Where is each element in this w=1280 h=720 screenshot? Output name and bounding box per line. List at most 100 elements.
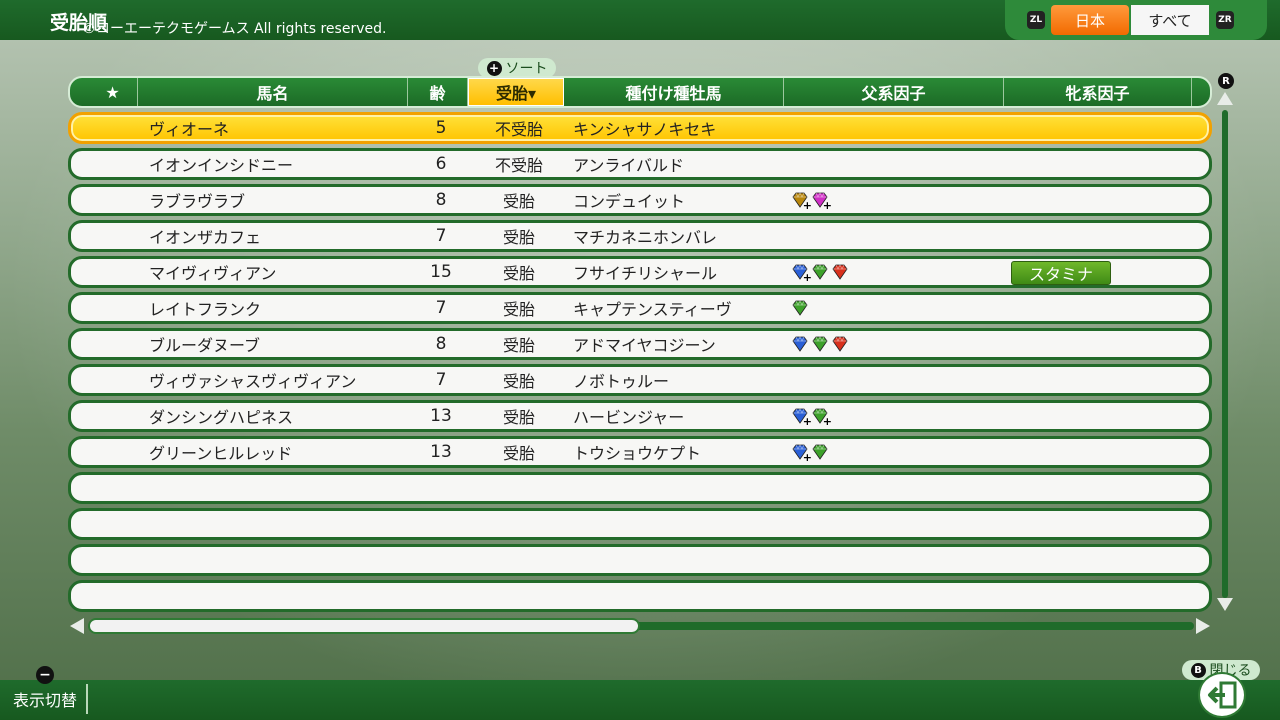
horizontal-scrollbar-thumb[interactable] [88,618,640,634]
sire-name: キャプテンスティーヴ [573,300,732,319]
zr-button-icon[interactable]: ZR [1216,11,1234,29]
pregnancy-status: 受胎 [502,228,535,247]
column-header-sire[interactable]: 種付け種牡馬 [564,78,784,106]
table-header: ★ 馬名 齢 受胎▾ 種付け種牡馬 父系因子 牝系因子 [68,76,1212,108]
horse-name: ラブラヴラブ [149,192,246,211]
tab-japan[interactable]: 日本 [1051,5,1129,35]
exit-door-icon [1208,681,1237,709]
horse-age: 13 [430,442,452,462]
sire-factors [791,295,809,321]
pregnancy-status: 受胎 [502,444,535,463]
pregnancy-status: 受胎 [502,264,535,283]
horse-name: イオンインシドニー [149,156,294,175]
factor-gem-blue-icon: + [791,407,812,427]
horse-name: ブルーダヌーブ [149,336,261,355]
column-header-pregnancy[interactable]: 受胎▾ [468,78,564,106]
table-row[interactable]: ラブラヴラブ 8 受胎 コンデュイット + + [68,184,1212,216]
factor-gem-green-icon [791,299,809,317]
sire-factors: + + [791,403,832,429]
sire-name: アドマイヤコジーン [573,336,716,355]
horse-name: グリーンヒルレッド [149,444,293,463]
horse-name: ヴィオーネ [149,120,230,139]
table-row[interactable]: ブルーダヌーブ 8 受胎 アドマイヤコジーン [68,328,1212,360]
horse-age: 8 [435,334,447,354]
sire-factors: + [791,439,829,465]
display-toggle-button[interactable]: 表示切替 [4,684,88,714]
pregnancy-status: 受胎 [502,372,535,391]
pregnancy-status: 受胎 [502,336,535,355]
table-row[interactable]: グリーンヒルレッド 13 受胎 トウショウケプト + [68,436,1212,468]
sort-button[interactable]: + ソート [478,58,556,78]
factor-gem-gold-icon: + [791,191,812,211]
sire-name: キンシャサノキセキ [573,120,717,139]
table-row[interactable]: ヴィオーネ 5 不受胎 キンシャサノキセキ [68,112,1212,144]
sire-name: ノボトゥルー [573,372,670,391]
table-row-empty[interactable] [68,580,1212,612]
r-button-icon[interactable]: R [1218,73,1234,89]
vertical-scrollbar[interactable] [1222,110,1228,598]
scroll-up-arrow-icon[interactable] [1217,92,1233,105]
factor-gem-green-icon: + [811,407,832,427]
column-header-star[interactable]: ★ [88,78,138,106]
background [0,0,1280,720]
tab-all[interactable]: すべて [1131,5,1209,35]
table-row[interactable]: マイヴィヴィアン 15 受胎 フサイチリシャール + スタミナ [68,256,1212,288]
pregnancy-status: 受胎 [502,408,535,427]
sire-name: ハービンジャー [573,408,685,427]
horse-age: 15 [430,262,452,282]
sire-factors: + [791,259,849,285]
sire-factors [791,331,849,357]
horse-age: 7 [435,370,447,390]
factor-gem-magenta-icon: + [811,191,832,211]
column-header-age[interactable]: 齢 [408,78,468,106]
table-row-empty[interactable] [68,472,1212,504]
minus-button-icon: − [36,666,54,684]
pregnancy-status: 不受胎 [494,120,543,139]
horse-name: ダンシングハピネス [149,408,294,427]
pregnancy-status: 受胎 [502,300,535,319]
column-header-name[interactable]: 馬名 [138,78,408,106]
factor-gem-red-icon [831,263,849,281]
table-row[interactable]: ヴィヴァシャスヴィヴィアン 7 受胎 ノボトゥルー [68,364,1212,396]
exit-icon[interactable] [1198,672,1246,718]
table-row-empty[interactable] [68,508,1212,540]
factor-gem-green-icon [811,443,829,461]
pregnancy-status: 受胎 [502,192,535,211]
sire-name: トウショウケプト [573,444,702,463]
scroll-down-arrow-icon[interactable] [1217,598,1233,611]
horse-age: 6 [435,154,447,174]
column-header-dam-factor[interactable]: 牝系因子 [1004,78,1192,106]
plus-button-icon: + [486,60,502,76]
horse-name: マイヴィヴィアン [149,264,277,283]
horse-name: イオンザカフェ [149,228,262,247]
factor-gem-green-icon [811,263,829,281]
horse-name: レイトフランク [149,300,262,319]
horse-age: 13 [430,406,452,426]
copyright-text: ©コーエーテクモゲームス All rights reserved. [82,21,387,37]
horse-age: 7 [435,226,447,246]
sire-name: マチカネニホンバレ [573,228,718,247]
factor-gem-red-icon [831,335,849,353]
horse-age: 8 [435,190,447,210]
sire-name: フサイチリシャール [573,264,718,283]
column-header-sire-factor[interactable]: 父系因子 [784,78,1004,106]
factor-gem-blue-icon: + [791,443,812,463]
pregnancy-status: 不受胎 [494,156,543,175]
horse-age: 7 [435,298,447,318]
bottom-bar [0,680,1280,720]
table-row[interactable]: ダンシングハピネス 13 受胎 ハービンジャー + + [68,400,1212,432]
factor-gem-blue-icon: + [791,263,812,283]
table-row[interactable]: レイトフランク 7 受胎 キャプテンスティーヴ [68,292,1212,324]
sire-name: コンデュイット [573,192,686,211]
horse-name: ヴィヴァシャスヴィヴィアン [149,372,357,391]
factor-gem-green-icon [811,335,829,353]
table-row[interactable]: イオンザカフェ 7 受胎 マチカネニホンバレ [68,220,1212,252]
zl-button-icon[interactable]: ZL [1027,11,1045,29]
scroll-left-arrow-icon[interactable] [70,618,84,634]
scroll-right-arrow-icon[interactable] [1196,618,1210,634]
table-row[interactable]: イオンインシドニー 6 不受胎 アンライバルド [68,148,1212,180]
horse-age: 5 [435,118,447,138]
table-row-empty[interactable] [68,544,1212,576]
dam-factor-badge: スタミナ [1011,261,1111,285]
sire-factors: + + [791,187,832,213]
